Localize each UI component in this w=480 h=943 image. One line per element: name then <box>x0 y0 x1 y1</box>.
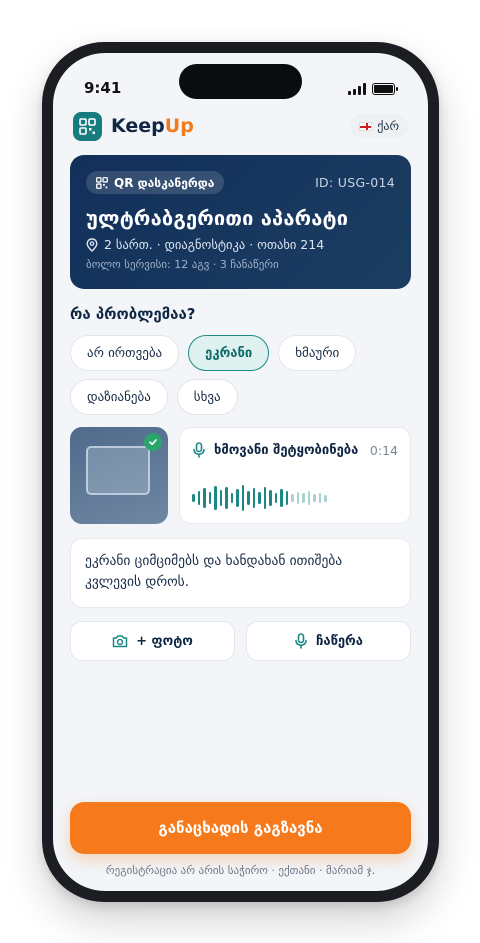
waveform-bar <box>247 491 250 505</box>
location-text: 2 სართ. · დიაგნოსტიკა · ოთახი 214 <box>104 237 325 252</box>
microphone-icon <box>193 442 205 458</box>
app-screen: 9:41 KeepUp ქარ QR დასკანერდა ID: USG-01… <box>53 53 428 891</box>
language-label: ქარ <box>377 119 399 133</box>
chip-no-power[interactable]: არ ირთვება <box>70 335 180 371</box>
qr-scanned-badge: QR დასკანერდა <box>86 171 225 194</box>
waveform-bar <box>230 493 233 503</box>
waveform-bar <box>324 494 327 502</box>
waveform-bar <box>236 489 239 507</box>
waveform-bar <box>203 488 206 508</box>
add-photo-label: + ფოტო <box>136 633 193 649</box>
waveform-bar <box>291 494 294 502</box>
footer-note: რეგისტრაცია არ არის საჭირო · ექთანი · მა… <box>105 864 376 877</box>
waveform-bar <box>214 486 217 510</box>
waveform-bar <box>280 489 283 507</box>
signal-icon <box>348 83 366 95</box>
status-icons <box>348 83 398 95</box>
chip-screen[interactable]: ეკრანი <box>188 335 270 371</box>
waveform-bar <box>318 493 321 503</box>
waveform-bar <box>225 487 228 509</box>
last-service-info: ბოლო სერვისი: 12 აგვ · 3 ჩანაწერი <box>86 258 279 271</box>
chip-damage[interactable]: დაზიანება <box>70 379 168 415</box>
waveform-bar <box>269 490 272 506</box>
language-switcher[interactable]: ქარ <box>350 114 408 138</box>
qr-icon <box>96 176 108 189</box>
record-button[interactable]: ჩაწერა <box>246 621 411 661</box>
voice-duration: 0:14 <box>369 442 398 458</box>
waveform-bar <box>208 492 211 504</box>
record-label: ჩაწერა <box>316 633 363 649</box>
georgia-flag-icon <box>359 121 373 131</box>
problem-question: რა პრობლემაა? <box>70 305 196 323</box>
waveform-bar <box>252 488 255 508</box>
waveform-bar <box>258 492 261 504</box>
equipment-id: ID: USG-014 <box>315 175 395 190</box>
waveform-bar <box>192 494 195 502</box>
waveform-bar <box>219 490 222 506</box>
check-icon <box>144 433 162 451</box>
attachment-actions: + ფოტო ჩაწერა <box>70 621 411 661</box>
problem-options: არ ირთვება ეკრანი ხმაური დაზიანება სხვა <box>70 335 415 415</box>
voice-message-card[interactable]: ხმოვანი შეტყობინება 0:14 <box>179 427 411 524</box>
status-time: 9:41 <box>84 79 122 97</box>
chip-noise[interactable]: ხმაური <box>278 335 357 371</box>
equipment-title: ულტრაბგერითი აპარატი <box>86 206 349 230</box>
waveform-bar <box>313 494 316 502</box>
battery-icon <box>372 83 398 95</box>
attached-photo[interactable] <box>70 427 168 524</box>
qr-logo-icon <box>73 111 102 141</box>
waveform-bar <box>307 491 310 505</box>
camera-icon <box>112 635 128 648</box>
microphone-icon <box>295 633 307 649</box>
waveform-bar <box>285 491 288 505</box>
submit-report-button[interactable]: განაცხადის გაგზავნა <box>70 802 411 854</box>
app-header: KeepUp ქარ <box>73 111 408 141</box>
waveform-bar <box>274 493 277 503</box>
waveform-bar <box>241 485 244 511</box>
waveform-bar <box>296 492 299 504</box>
equipment-card: QR დასკანერდა ID: USG-014 ულტრაბგერითი ა… <box>70 155 411 289</box>
problem-description-field[interactable]: ეკრანი ციმციმებს და ხანდახან ითიშება კვლ… <box>70 538 411 608</box>
dynamic-island <box>179 64 302 99</box>
waveform-bar <box>197 491 200 505</box>
qr-badge-label: QR დასკანერდა <box>114 175 215 190</box>
chip-other[interactable]: სხვა <box>176 379 238 415</box>
voice-message-title: ხმოვანი შეტყობინება <box>214 442 359 458</box>
add-photo-button[interactable]: + ფოტო <box>70 621 235 661</box>
location-pin-icon <box>86 237 98 252</box>
equipment-location: 2 სართ. · დიაგნოსტიკა · ოთახი 214 <box>86 237 395 252</box>
app-logo: KeepUp <box>73 111 194 141</box>
waveform-bar <box>302 493 305 503</box>
monitor-photo-icon <box>86 446 150 495</box>
app-name: KeepUp <box>111 115 194 137</box>
waveform-bar <box>263 487 266 509</box>
audio-waveform <box>192 485 327 511</box>
